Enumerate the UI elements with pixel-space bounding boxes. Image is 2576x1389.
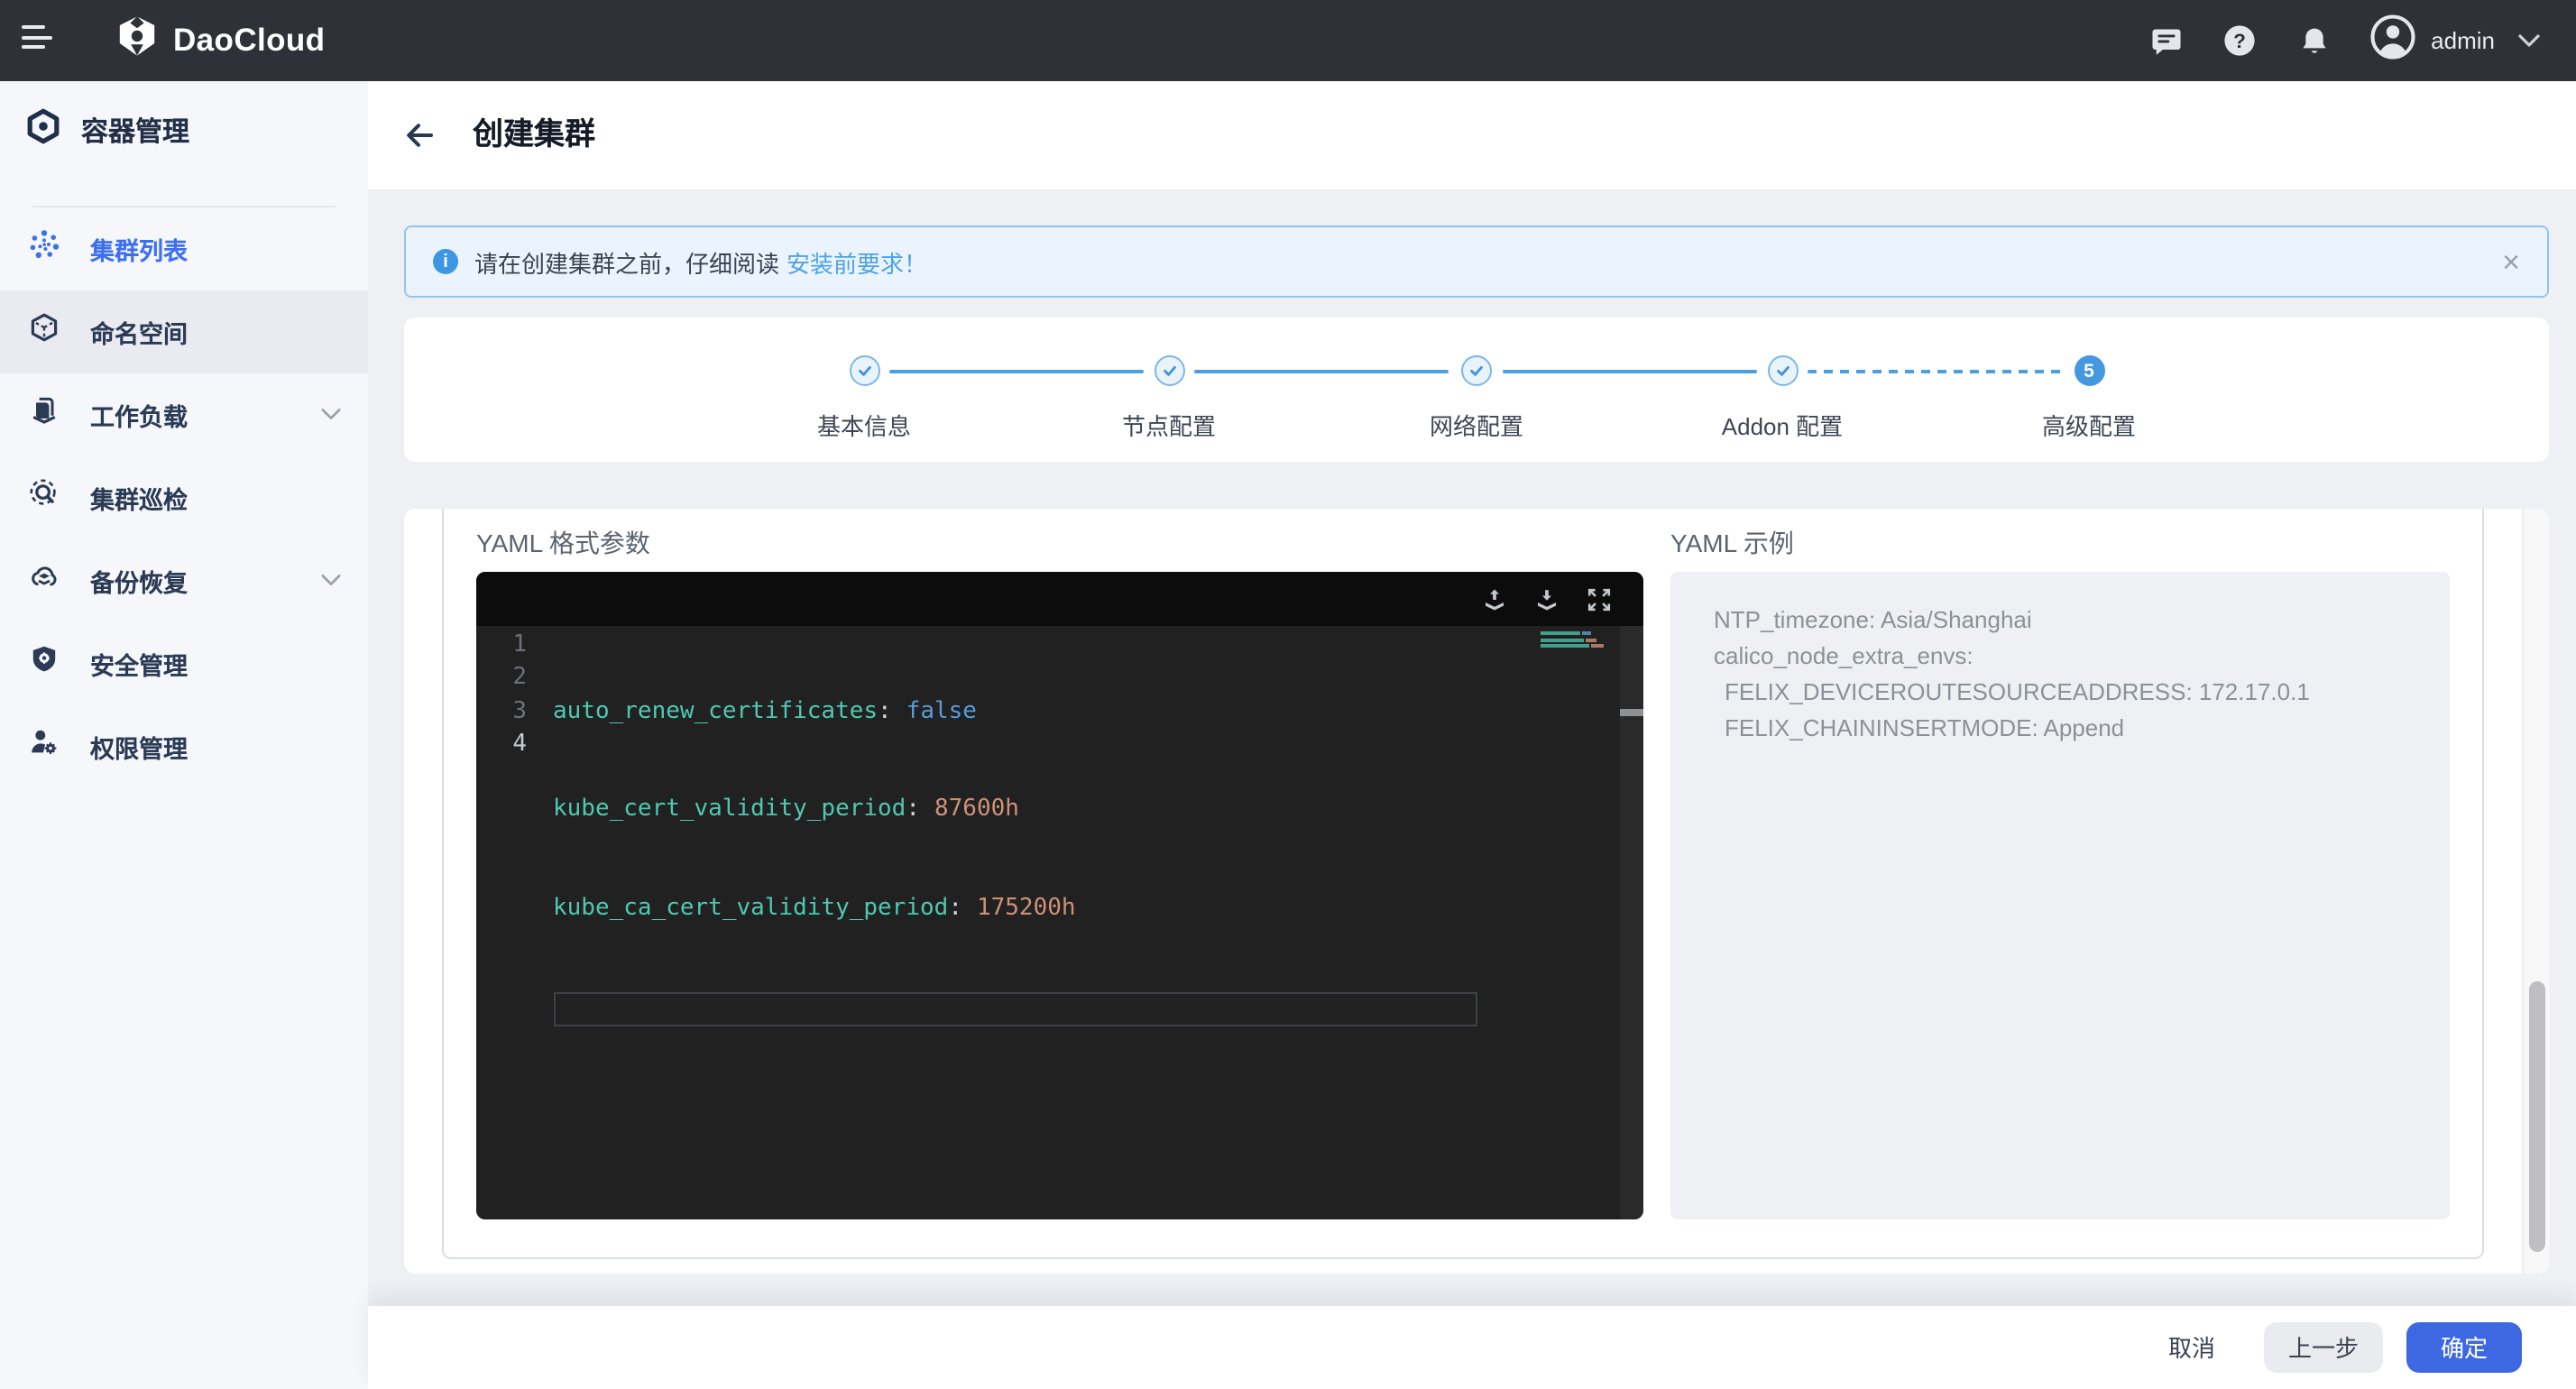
- yaml-code-editor[interactable]: 1 2 3 4 auto_renew_certificates:false ku…: [476, 572, 1643, 1219]
- messages-icon[interactable]: [2148, 23, 2184, 59]
- chevron-down-icon: [321, 574, 341, 586]
- code-line: kube_ca_cert_validity_period:175200h: [553, 894, 1477, 927]
- sidebar-item-workload[interactable]: 工作负载: [0, 373, 368, 455]
- security-shield-icon: [29, 643, 60, 683]
- permissions-user-gear-icon: [29, 726, 60, 766]
- page-header: 创建集群: [368, 81, 2576, 189]
- sidebar-item-permissions[interactable]: 权限管理: [0, 704, 368, 787]
- cancel-button[interactable]: 取消: [2168, 1330, 2215, 1365]
- code-area[interactable]: 1 2 3 4 auto_renew_certificates:false ku…: [476, 626, 1619, 1219]
- step-node-config[interactable]: 节点配置: [1061, 355, 1277, 442]
- main-area: 创建集群 i 请在创建集群之前，仔细阅读 安装前要求！ × 基本信息: [368, 81, 2576, 1389]
- confirm-button[interactable]: 确定: [2406, 1321, 2522, 1373]
- upload-icon[interactable]: [1483, 587, 1506, 611]
- download-icon[interactable]: [1535, 587, 1559, 611]
- sidebar: 容器管理 集群列表: [0, 81, 368, 1389]
- code-lines: auto_renew_certificates:false kube_cert_…: [553, 630, 1477, 1091]
- sidebar-item-cluster-inspection[interactable]: 集群巡检: [0, 455, 368, 538]
- step-check-icon: [849, 355, 879, 386]
- menu-toggle-icon[interactable]: [22, 25, 54, 56]
- sidebar-product-title: 容器管理: [25, 108, 189, 153]
- sidebar-menu: 集群列表 命名空间 工作负载 集群巡检: [0, 207, 368, 787]
- sidebar-item-security[interactable]: 安全管理: [0, 621, 368, 704]
- previous-step-button[interactable]: 上一步: [2264, 1321, 2383, 1373]
- notifications-bell-icon[interactable]: [2295, 23, 2332, 59]
- page-title: 创建集群: [473, 81, 595, 189]
- info-banner: i 请在创建集群之前，仔细阅读 安装前要求！ ×: [404, 225, 2549, 298]
- wizard-footer: 取消 上一步 确定: [368, 1305, 2576, 1389]
- scrollbar-thumb[interactable]: [2529, 981, 2545, 1252]
- step-check-icon: [1461, 355, 1492, 386]
- code-line-current[interactable]: [553, 993, 1477, 1026]
- editor-scroll-handle[interactable]: [1619, 709, 1643, 716]
- topbar-actions: ? admin: [2148, 0, 2540, 81]
- step-check-icon: [1154, 355, 1184, 386]
- back-arrow-icon[interactable]: [404, 121, 435, 150]
- step-basic-info[interactable]: 基本信息: [756, 355, 972, 442]
- form-content-card: YAML 格式参数 1 2: [404, 508, 2549, 1273]
- code-line: kube_cert_validity_period:87600h: [553, 795, 1477, 828]
- chevron-down-icon: [321, 408, 341, 420]
- sidebar-item-cluster-list[interactable]: 集群列表: [0, 207, 368, 290]
- yaml-sample-box: NTP_timezone: Asia/Shanghai calico_node_…: [1670, 572, 2450, 1219]
- yaml-sample-label: YAML 示例: [1670, 524, 1794, 560]
- chevron-down-icon: [2518, 34, 2540, 47]
- sample-line: FELIX_DEVICEROUTESOURCEADDRESS: 172.17.0…: [1714, 675, 2417, 711]
- step-network-config[interactable]: 网络配置: [1368, 355, 1585, 442]
- info-icon: i: [433, 249, 458, 274]
- daocloud-logo[interactable]: DaoCloud: [114, 0, 325, 81]
- pre-install-requirements-link[interactable]: 安装前要求！: [787, 244, 927, 279]
- banner-text: 请在创建集群之前，仔细阅读: [474, 244, 779, 279]
- editor-scroll-strip[interactable]: [1619, 626, 1643, 1219]
- help-icon[interactable]: ?: [2222, 23, 2258, 59]
- sample-line: FELIX_CHAININSERTMODE: Append: [1714, 711, 2417, 747]
- container-management-icon: [25, 108, 61, 153]
- brand-name: DaoCloud: [173, 22, 325, 60]
- sidebar-item-backup-restore[interactable]: 备份恢复: [0, 538, 368, 621]
- username: admin: [2431, 27, 2495, 54]
- vertical-scrollbar[interactable]: [2522, 508, 2549, 1273]
- cluster-inspection-icon: [29, 477, 60, 517]
- step-addon-config[interactable]: Addon 配置: [1674, 355, 1891, 442]
- namespace-icon: [29, 311, 60, 351]
- top-bar: DaoCloud ? admin: [0, 0, 2576, 81]
- cluster-list-icon: [29, 228, 60, 268]
- sample-line: NTP_timezone: Asia/Shanghai: [1714, 603, 2417, 639]
- user-menu[interactable]: admin: [2369, 14, 2540, 68]
- svg-text:?: ?: [2233, 30, 2246, 52]
- daocloud-logo-icon: [114, 13, 161, 69]
- line-numbers: 1 2 3 4: [476, 630, 527, 761]
- sidebar-item-namespace[interactable]: 命名空间: [0, 290, 368, 373]
- yaml-params-label: YAML 格式参数: [476, 524, 650, 560]
- editor-toolbar: [476, 572, 1643, 626]
- step-check-icon: [1767, 355, 1798, 386]
- step-number: 5: [2074, 355, 2104, 386]
- fullscreen-icon[interactable]: [1587, 587, 1611, 611]
- sample-line: calico_node_extra_envs:: [1714, 639, 2417, 675]
- step-advanced-config[interactable]: 5 高级配置: [1981, 355, 2197, 442]
- backup-restore-icon: [29, 560, 60, 600]
- minimap: [1540, 631, 1612, 651]
- app-root: DaoCloud ? admin: [0, 0, 2576, 1389]
- code-line: auto_renew_certificates:false: [553, 695, 1477, 729]
- wizard-stepper: 基本信息 节点配置 网络配置 Addon 配置 5: [404, 317, 2549, 462]
- workload-icon: [29, 394, 60, 434]
- avatar: [2369, 14, 2415, 68]
- banner-close-icon[interactable]: ×: [2502, 246, 2520, 277]
